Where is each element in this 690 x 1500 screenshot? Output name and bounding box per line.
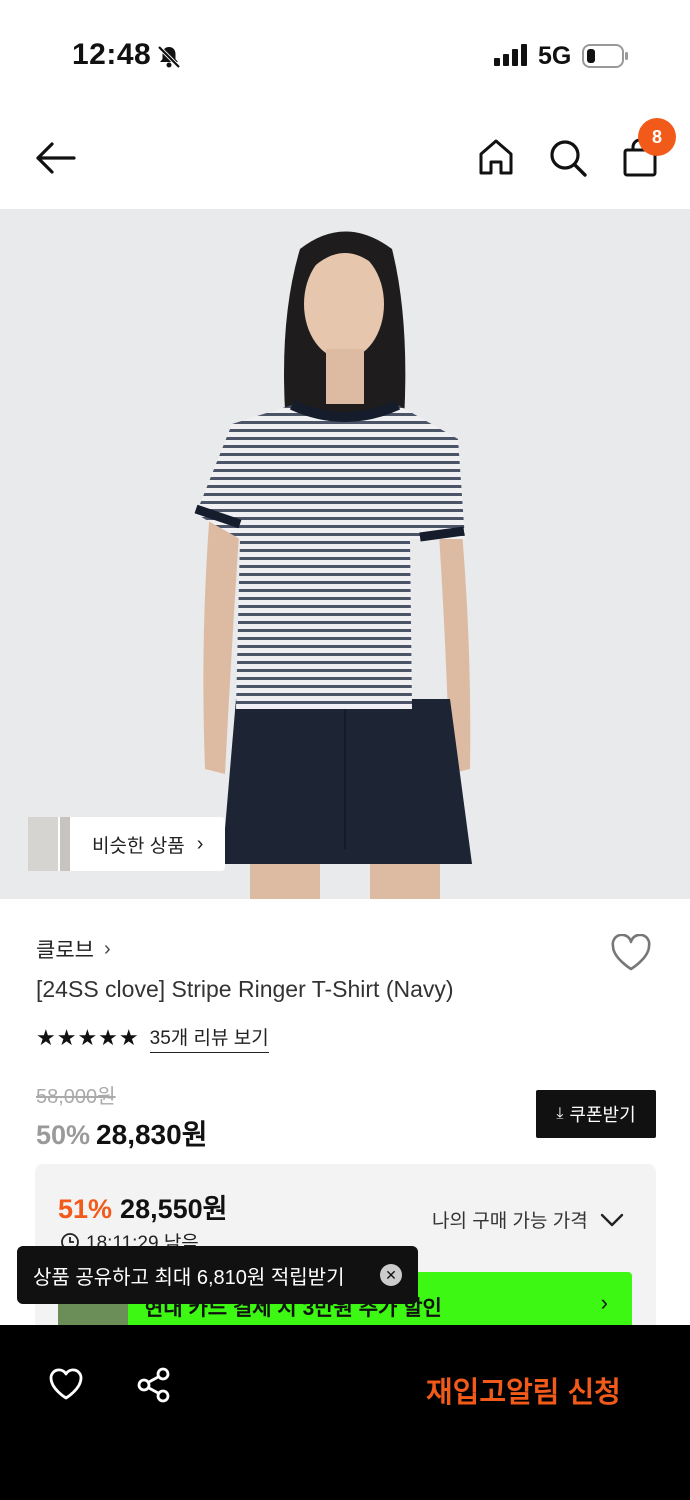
my-price: 28,550원 — [120, 1194, 228, 1224]
battery-icon — [582, 43, 630, 74]
similar-thumbnail — [60, 817, 70, 871]
toast-text: 상품 공유하고 최대 6,810원 적립받기 — [33, 1266, 345, 1289]
my-price-label: 나의 구매 가능 가격 — [432, 1211, 588, 1232]
product-title: [24SS clove] Stripe Ringer T-Shirt (Navy… — [36, 976, 454, 1002]
brand-link[interactable]: 클로브 › — [36, 934, 111, 964]
discount-rate: 50% — [36, 1120, 91, 1150]
bottom-action-bar: 재입고알림 신청 — [0, 1325, 690, 1500]
similar-products-label-box: 비슷한 상품 › — [70, 817, 226, 871]
brand-name: 클로브 — [36, 939, 94, 962]
signal-icon — [494, 44, 528, 71]
chevron-right-icon: › — [196, 832, 204, 855]
my-price-toggle[interactable]: 나의 구매 가능 가격 — [432, 1206, 624, 1233]
rating-row: ★★★★★ 35개 리뷰 보기 — [36, 1023, 269, 1053]
price-row: 50% 28,830원 — [36, 1113, 207, 1153]
similar-products-button[interactable]: 비슷한 상품 › — [28, 817, 226, 871]
sale-price: 28,830원 — [96, 1119, 208, 1150]
my-discount-rate: 51% — [58, 1194, 113, 1224]
chevron-right-icon: › — [600, 1290, 608, 1315]
wishlist-heart-icon[interactable] — [48, 1367, 84, 1406]
network-type: 5G — [538, 42, 572, 70]
coupon-label: 쿠폰받기 — [569, 1105, 636, 1125]
coupon-button[interactable]: ⤓ 쿠폰받기 — [536, 1090, 656, 1138]
star-rating-icon: ★★★★★ — [36, 1025, 140, 1050]
heart-icon[interactable] — [610, 933, 652, 977]
restock-alert-button[interactable]: 재입고알림 신청 — [426, 1369, 621, 1411]
back-arrow-icon[interactable] — [34, 140, 76, 181]
status-time: 12:48 — [72, 38, 152, 71]
product-image[interactable] — [0, 209, 690, 899]
status-bar: 12:48 5G — [0, 0, 690, 100]
similar-products-label: 비슷한 상품 — [92, 835, 185, 857]
my-price-row: 51% 28,550원 — [58, 1187, 227, 1226]
share-icon[interactable] — [136, 1367, 172, 1408]
share-reward-toast: 상품 공유하고 최대 6,810원 적립받기 ✕ — [17, 1246, 418, 1304]
similar-thumbnail — [28, 817, 60, 871]
bell-muted-icon — [156, 44, 182, 75]
close-icon[interactable]: ✕ — [380, 1264, 402, 1286]
chevron-right-icon: › — [103, 937, 111, 960]
chevron-down-icon — [600, 1213, 623, 1226]
download-icon: ⤓ — [556, 1105, 564, 1122]
review-link[interactable]: 35개 리뷰 보기 — [149, 1023, 269, 1053]
cart-count-badge: 8 — [638, 118, 676, 156]
search-icon[interactable] — [548, 138, 588, 183]
model-photo — [0, 209, 690, 899]
original-price: 58,000원 — [36, 1086, 116, 1108]
home-icon[interactable] — [478, 138, 514, 181]
